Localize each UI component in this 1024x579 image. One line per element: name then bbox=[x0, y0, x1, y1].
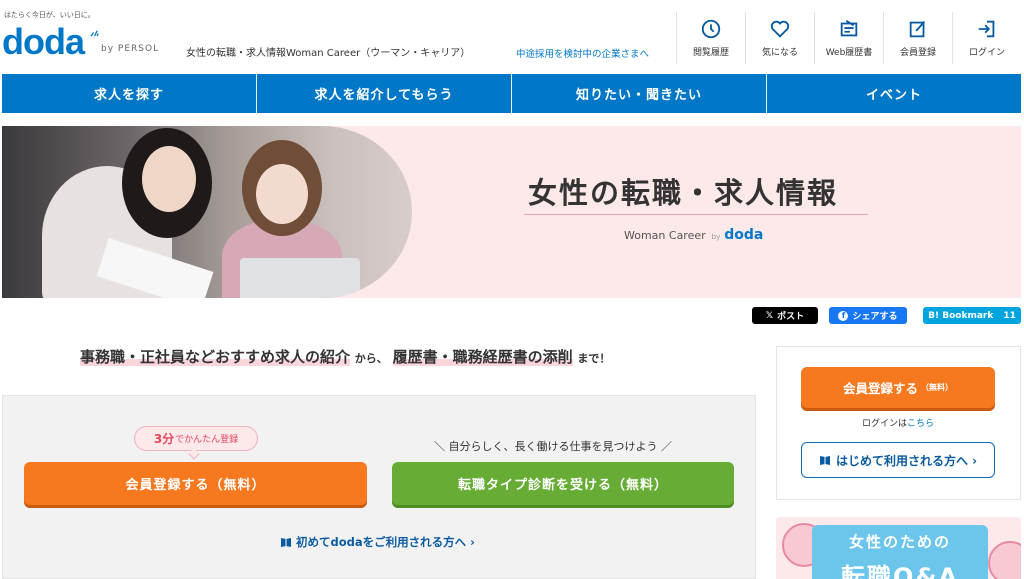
hero-sub-text: Woman Career bbox=[624, 229, 706, 242]
side-first-time-label: はじめて利用される方へ › bbox=[835, 453, 978, 468]
nav-job-referral[interactable]: 求人を紹介してもらう bbox=[257, 74, 512, 113]
x-post-button[interactable]: 𝕏 ポスト bbox=[752, 307, 818, 324]
history-label: 閲覧履歴 bbox=[692, 48, 729, 58]
global-nav: 求人を探す 求人を紹介してもらう 知りたい・聞きたい イベント bbox=[2, 74, 1021, 113]
first-time-link[interactable]: 初めてdodaをご利用される方へ › bbox=[280, 534, 475, 550]
site-description: 女性の転職・求人情報Woman Career（ウーマン・キャリア） bbox=[186, 48, 471, 59]
qa-banner-panel: 女性のための 転職Q&A bbox=[812, 525, 988, 579]
side-login-link[interactable]: こちら bbox=[907, 419, 934, 429]
facebook-icon: f bbox=[838, 310, 849, 321]
edit-icon bbox=[909, 21, 926, 38]
site-header: はたらく今日が、いい日に。 doda by PERSOL 女性の転職・求人情報W… bbox=[0, 0, 1024, 72]
register-button-header[interactable]: 会員登録 bbox=[883, 12, 952, 64]
woman-illustration-right bbox=[988, 541, 1021, 579]
side-first-time-button[interactable]: はじめて利用される方へ › bbox=[801, 442, 995, 478]
first-time-label: 初めてdodaをご利用される方へ › bbox=[296, 535, 475, 549]
lead-highlight-1: 事務職・正社員などおすすめ求人の紹介 bbox=[80, 348, 351, 366]
login-label: ログイン bbox=[968, 48, 1005, 58]
web-resume-button[interactable]: Web履歴書 bbox=[814, 12, 883, 64]
web-resume-label: Web履歴書 bbox=[825, 48, 873, 58]
x-post-label: ポスト bbox=[777, 312, 805, 322]
side-register-label: 会員登録する bbox=[842, 381, 918, 396]
header-icon-menu: 閲覧履歴 気になる Web履歴書 会員登録 ログイン bbox=[676, 12, 1021, 64]
diagnosis-button[interactable]: 転職タイプ診断を受ける（無料） bbox=[392, 462, 734, 505]
lead-end: まで！ bbox=[577, 352, 611, 365]
side-register-note: （無料） bbox=[921, 383, 953, 392]
book-icon bbox=[819, 456, 830, 465]
logo-spark-icon bbox=[90, 30, 99, 37]
lead-highlight-2: 履歴書・職務経歴書の添削 bbox=[392, 348, 573, 366]
badge-sub: でかんたん登録 bbox=[175, 435, 239, 445]
tagline: はたらく今日が、いい日に。 bbox=[4, 11, 95, 19]
hero-banner: 女性の転職・求人情報 Woman Career by doda bbox=[2, 126, 1021, 298]
qa-banner[interactable]: 女性のための 転職Q&A bbox=[776, 517, 1021, 579]
hero-photo bbox=[2, 126, 412, 298]
favorites-label: 気になる bbox=[761, 48, 798, 58]
heart-icon bbox=[770, 20, 790, 38]
book-icon bbox=[281, 538, 291, 547]
facebook-share-button[interactable]: f シェアする bbox=[829, 307, 907, 324]
hero-by: by bbox=[711, 233, 721, 241]
side-login-text: ログインはこちら bbox=[862, 416, 934, 429]
hero-brand: doda bbox=[724, 227, 764, 243]
login-icon bbox=[978, 20, 995, 38]
hero-subtitle: Woman Career by doda bbox=[624, 227, 763, 243]
clock-icon bbox=[701, 19, 721, 39]
lead-copy: 事務職・正社員などおすすめ求人の紹介 から、 履歴書・職務経歴書の添削 まで！ bbox=[80, 346, 610, 367]
qa-line1: 女性のための bbox=[848, 533, 951, 551]
favorites-button[interactable]: 気になる bbox=[745, 12, 814, 64]
hatena-bookmark-button[interactable]: B! Bookmark 11 bbox=[923, 307, 1021, 324]
corporate-link[interactable]: 中途採用を検討中の企業さまへ bbox=[516, 46, 649, 60]
quick-register-badge: 3分 でかんたん登録 bbox=[134, 426, 258, 451]
badge-main: 3分 bbox=[153, 432, 175, 446]
register-label: 会員登録 bbox=[899, 48, 936, 58]
side-login-prefix: ログインは bbox=[862, 419, 908, 429]
history-button[interactable]: 閲覧履歴 bbox=[676, 12, 745, 64]
resume-icon bbox=[840, 19, 858, 37]
x-icon: 𝕏 bbox=[765, 310, 774, 321]
doda-logo[interactable]: doda bbox=[2, 22, 85, 62]
catch-copy: ＼ 自分らしく、長く働ける仕事を見つけよう ／ bbox=[434, 440, 672, 453]
lead-mid: から、 bbox=[354, 352, 388, 365]
hatena-count: 11 bbox=[1003, 310, 1016, 321]
side-register-button[interactable]: 会員登録する （無料） bbox=[801, 367, 995, 408]
qa-line2: 転職Q&A bbox=[841, 563, 959, 579]
facebook-share-label: シェアする bbox=[852, 312, 898, 322]
persol-brand: by PERSOL bbox=[101, 44, 159, 54]
nav-learn-ask[interactable]: 知りたい・聞きたい bbox=[512, 74, 767, 113]
hatena-label: B! Bookmark bbox=[928, 310, 994, 321]
hero-divider bbox=[524, 214, 868, 215]
persol-label: by PERSOL bbox=[101, 44, 160, 54]
login-button[interactable]: ログイン bbox=[952, 12, 1021, 64]
hero-title: 女性の転職・求人情報 bbox=[528, 176, 839, 210]
register-button[interactable]: 会員登録する（無料） bbox=[24, 462, 367, 505]
nav-events[interactable]: イベント bbox=[767, 74, 1021, 113]
nav-search-jobs[interactable]: 求人を探す bbox=[2, 74, 257, 113]
